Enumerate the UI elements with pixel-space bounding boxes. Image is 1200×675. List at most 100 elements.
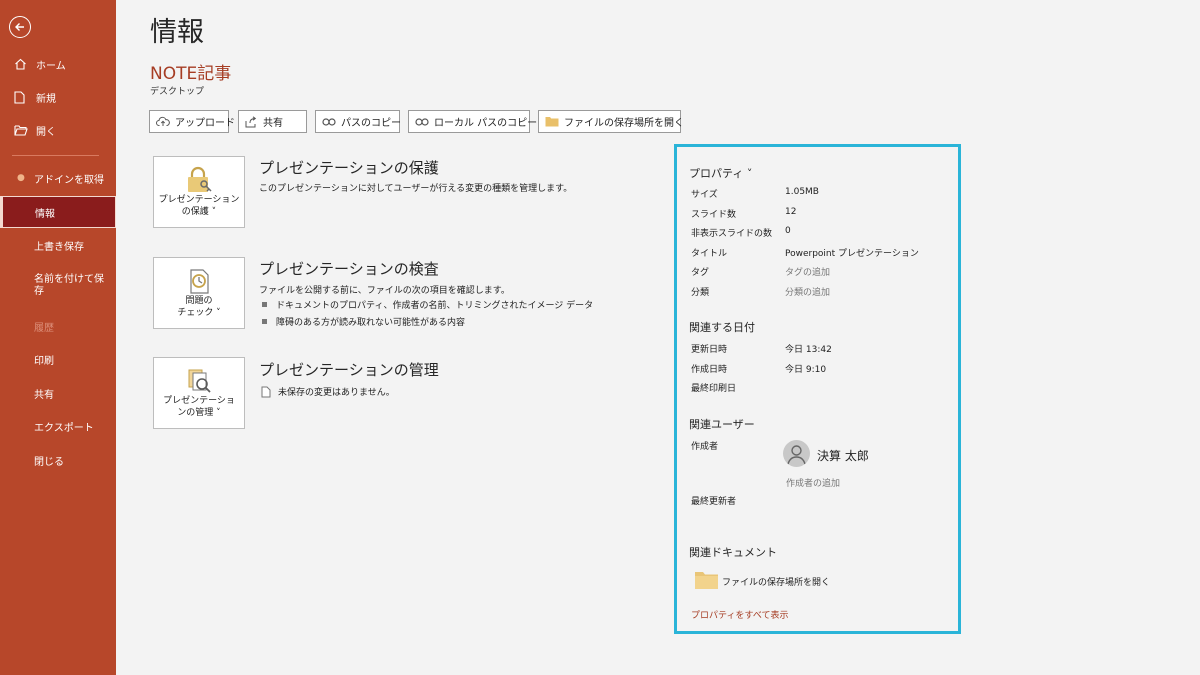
sidebar-item-open[interactable]: 開く [0, 115, 116, 145]
inspect-button-caption: 問題の チェック ˅ [177, 295, 220, 319]
sidebar-item-label: 名前を付けて保存 [34, 274, 104, 297]
open-file-location-link[interactable]: ファイルの保存場所を開く [722, 575, 830, 588]
sidebar-item-info[interactable]: 情報 [0, 196, 116, 228]
prop-key: 作成者 [691, 442, 719, 452]
caption-line: プレゼンテーショ [163, 396, 235, 406]
related-dates-heading: 関連する日付 [689, 321, 755, 334]
manage-status-text: 未保存の変更はありません。 [278, 388, 395, 398]
sidebar-item-home[interactable]: ホーム [0, 49, 116, 79]
inspect-section-title: プレゼンテーションの検査 [259, 260, 439, 278]
prop-key: 更新日時 [691, 345, 728, 355]
sidebar-item-share[interactable]: 共有 [0, 378, 116, 408]
add-author-link[interactable]: 作成者の追加 [786, 476, 840, 489]
caption-line: チェック ˅ [177, 308, 221, 318]
back-arrow-icon[interactable] [9, 16, 31, 38]
prop-value: 今日 13:42 [785, 345, 832, 355]
sidebar-item-save-as[interactable]: 名前を付けて保存 [0, 268, 116, 304]
copy-path-label: パスのコピー [341, 118, 401, 129]
show-all-properties-link[interactable]: プロパティをすべて表示 [691, 608, 788, 621]
sidebar-item-label: ホーム [36, 60, 66, 72]
document-name: NOTE記事 [150, 64, 232, 84]
sidebar-divider [12, 155, 99, 156]
sidebar-item-new[interactable]: 新規 [0, 82, 116, 112]
folder-icon [695, 571, 718, 589]
sidebar-item-label: 新規 [36, 93, 56, 105]
sidebar-item-history: 履歴 [0, 311, 116, 341]
properties-panel: プロパティ ˅ サイズ 1.05MB スライド数 12 非表示スライドの数 0 … [674, 144, 961, 634]
share-label: 共有 [263, 118, 283, 129]
prop-key: タイトル [691, 249, 728, 259]
prop-value: 1.05MB [785, 187, 819, 197]
manage-presentation-button[interactable]: プレゼンテーショ ンの管理 ˅ [153, 357, 245, 429]
categories-field[interactable]: 分類の追加 [785, 285, 830, 298]
author-name[interactable]: 決算 太郎 [817, 447, 869, 464]
prop-key: 非表示スライドの数 [691, 229, 773, 239]
info-page: 情報 NOTE記事 デスクトップ アップロード 共有 パスのコピー ローカル パ… [116, 0, 1200, 675]
manage-section-title: プレゼンテーションの管理 [259, 361, 439, 379]
protect-button-caption: プレゼンテーション の保護 ˅ [159, 194, 240, 218]
sidebar-item-label: 共有 [34, 389, 54, 401]
prop-key: 作成日時 [691, 365, 728, 375]
bullet-icon [262, 302, 267, 307]
copy-local-path-label: ローカル パスのコピー [434, 118, 538, 129]
share-icon [245, 115, 258, 128]
protect-section-title: プレゼンテーションの保護 [259, 159, 439, 177]
protect-presentation-button[interactable]: プレゼンテーション の保護 ˅ [153, 156, 245, 228]
open-folder-icon [14, 124, 30, 136]
prop-key: 最終印刷日 [691, 384, 737, 394]
prop-value: 12 [785, 207, 797, 217]
upload-label: アップロード [175, 118, 235, 129]
properties-dropdown[interactable]: プロパティ ˅ [689, 165, 752, 181]
sidebar-item-close[interactable]: 閉じる [0, 445, 116, 475]
link-icon [415, 117, 429, 126]
inspect-bullet: 障碍のある方が読み取れない可能性がある内容 [262, 315, 465, 328]
caption-line: ンの管理 ˅ [177, 408, 221, 418]
bullet-text: ドキュメントのプロパティ、作成者の名前、トリミングされたイメージ データ [276, 301, 594, 311]
prop-key: 分類 [691, 288, 710, 298]
caption-line: の保護 ˅ [181, 207, 217, 217]
new-document-icon [14, 90, 30, 104]
open-file-location-button[interactable]: ファイルの保存場所を開く [538, 110, 684, 133]
sidebar-item-label: 印刷 [34, 355, 54, 367]
open-file-location-label: ファイルの保存場所を開く [564, 118, 684, 129]
check-for-issues-button[interactable]: 問題の チェック ˅ [153, 257, 245, 329]
tags-field[interactable]: タグの追加 [785, 265, 830, 278]
manage-status: 未保存の変更はありません。 [261, 385, 395, 398]
avatar[interactable] [783, 440, 810, 467]
sidebar-item-get-addins[interactable]: ● アドインを取得 [0, 163, 116, 193]
page-title: 情報 [150, 17, 204, 48]
share-button[interactable]: 共有 [238, 110, 307, 133]
prop-value: 今日 9:10 [785, 365, 827, 375]
related-people-heading: 関連ユーザー [689, 418, 755, 431]
sidebar-item-label: 開く [36, 126, 56, 138]
backstage-sidebar: ホーム 新規 開く ● アドインを取得 情報 上書き保存 名前を付けて保存 履歴… [0, 0, 116, 675]
inspect-document-icon [185, 267, 213, 294]
prop-key: タグ [691, 268, 710, 278]
sidebar-item-print[interactable]: 印刷 [0, 344, 116, 374]
cloud-upload-icon [156, 116, 170, 127]
caption-line: 問題の [185, 296, 213, 306]
document-icon [261, 386, 271, 398]
prop-key: サイズ [691, 190, 718, 200]
manage-button-caption: プレゼンテーショ ンの管理 ˅ [163, 395, 235, 419]
copy-path-button[interactable]: パスのコピー [315, 110, 401, 133]
upload-button[interactable]: アップロード [149, 110, 235, 133]
sidebar-item-save[interactable]: 上書き保存 [0, 230, 116, 260]
copy-local-path-button[interactable]: ローカル パスのコピー [408, 110, 537, 133]
caption-line: プレゼンテーション [158, 195, 240, 205]
sidebar-item-export[interactable]: エクスポート [0, 411, 116, 441]
related-documents-heading: 関連ドキュメント [689, 546, 777, 559]
prop-key: スライド数 [691, 210, 737, 220]
bullet-text: 障碍のある方が読み取れない可能性がある内容 [276, 318, 466, 328]
document-location: デスクトップ [150, 87, 205, 97]
lock-key-icon [184, 166, 214, 192]
protect-section-desc: このプレゼンテーションに対してユーザーが行える変更の種類を管理します。 [259, 184, 573, 194]
title-field[interactable]: Powerpoint プレゼンテーション [785, 246, 919, 259]
sidebar-item-label: エクスポート [34, 422, 94, 434]
sidebar-item-label: 閉じる [34, 456, 64, 468]
sidebar-item-label: 上書き保存 [34, 241, 84, 253]
sidebar-item-label: 履歴 [34, 322, 54, 334]
inspect-section-desc: ファイルを公開する前に、ファイルの次の項目を確認します。 [259, 286, 510, 296]
notification-dot-icon: ● [17, 173, 25, 183]
folder-icon [545, 116, 559, 127]
